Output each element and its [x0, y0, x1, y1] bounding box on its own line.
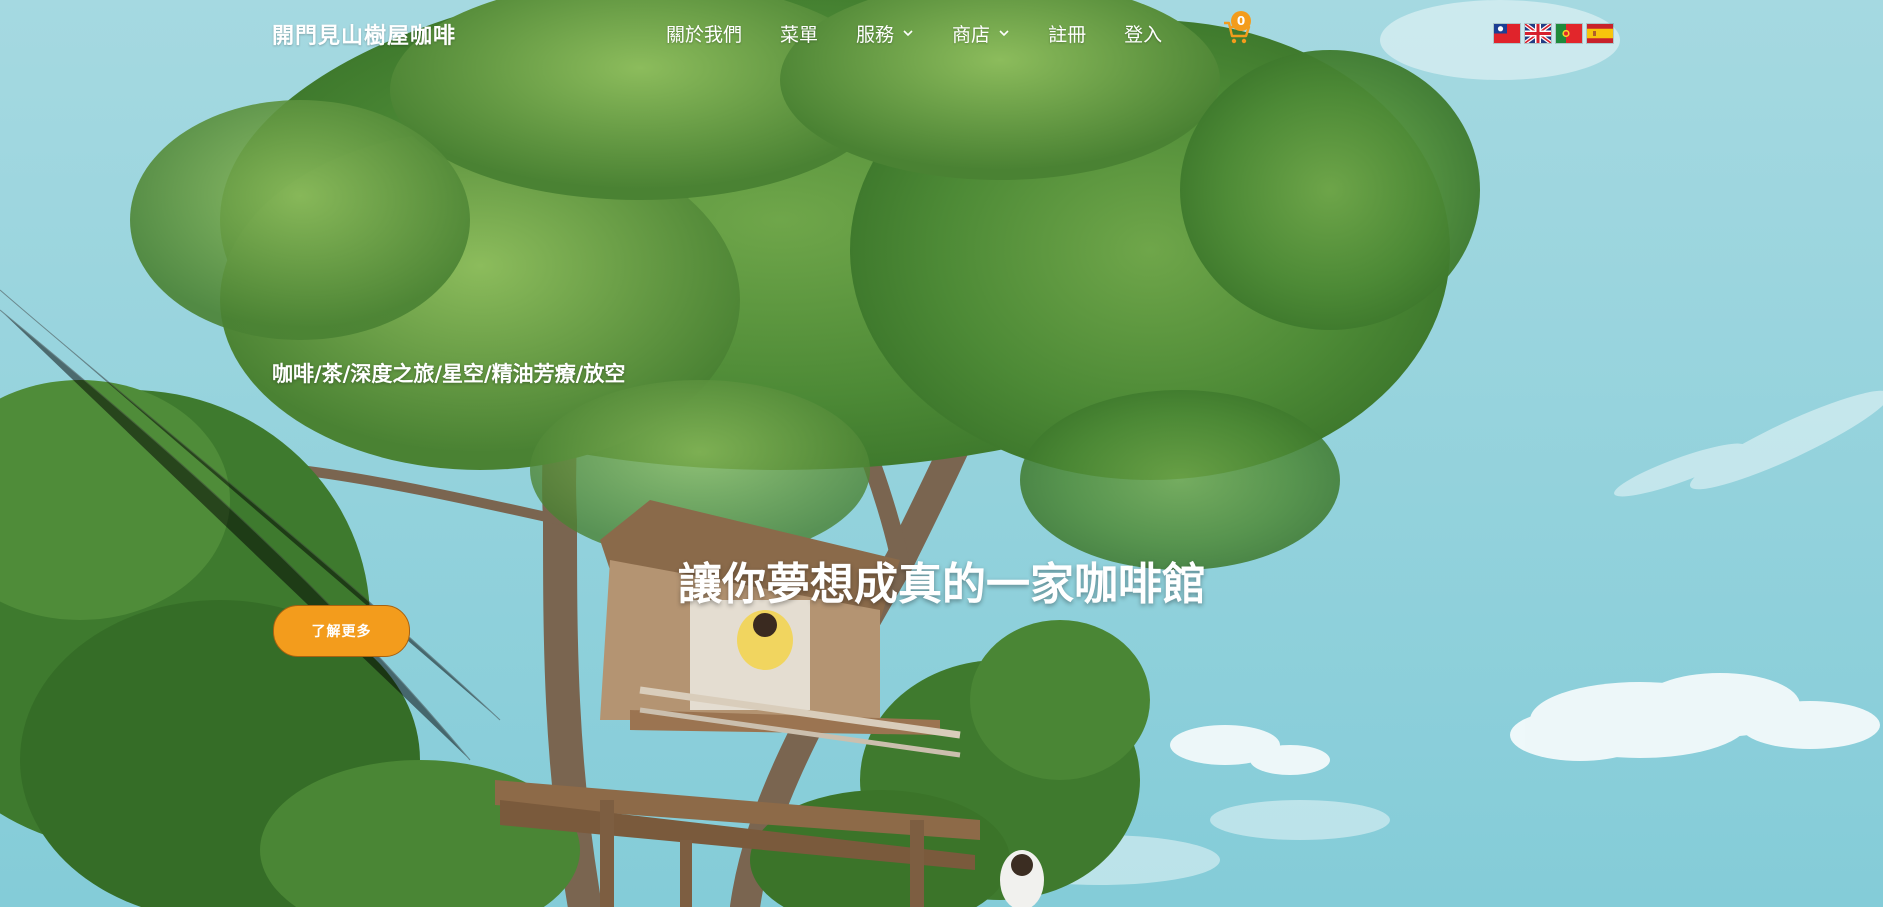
flag-portugal-icon[interactable] — [1555, 23, 1583, 44]
flag-spain-icon[interactable] — [1586, 23, 1614, 44]
site-header: 開門見山樹屋咖啡 關於我們 菜單 服務 商店 註冊 登入 0 — [0, 0, 1883, 66]
language-switcher — [1493, 23, 1614, 44]
hero-subtitle: 咖啡/茶/深度之旅/星空/精油芳療/放空 — [272, 362, 626, 386]
hero-background-image — [0, 0, 1883, 907]
flag-uk-icon[interactable] — [1524, 23, 1552, 44]
site-brand-logo[interactable]: 開門見山樹屋咖啡 — [272, 18, 456, 50]
nav-item-login[interactable]: 登入 — [1124, 20, 1162, 47]
main-nav: 關於我們 菜單 服務 商店 註冊 登入 — [666, 20, 1200, 46]
cart-count-badge: 0 — [1231, 11, 1251, 31]
nav-item-shop[interactable]: 商店 — [952, 20, 1010, 47]
nav-item-services[interactable]: 服務 — [856, 20, 914, 47]
nav-item-register[interactable]: 註冊 — [1048, 20, 1086, 47]
learn-more-button[interactable]: 了解更多 — [273, 605, 410, 657]
hero-headline: 讓你夢想成真的一家咖啡館 — [678, 559, 1206, 610]
nav-item-menu[interactable]: 菜單 — [780, 20, 818, 47]
nav-item-services-label: 服務 — [856, 23, 895, 46]
nav-item-about[interactable]: 關於我們 — [666, 20, 742, 47]
chevron-down-icon — [903, 30, 913, 37]
flag-taiwan-icon[interactable] — [1493, 23, 1521, 44]
chevron-down-icon — [999, 30, 1009, 37]
nav-item-shop-label: 商店 — [952, 23, 991, 46]
hero-section: 開門見山樹屋咖啡 關於我們 菜單 服務 商店 註冊 登入 0 咖啡/茶/深度之旅… — [0, 0, 1883, 907]
